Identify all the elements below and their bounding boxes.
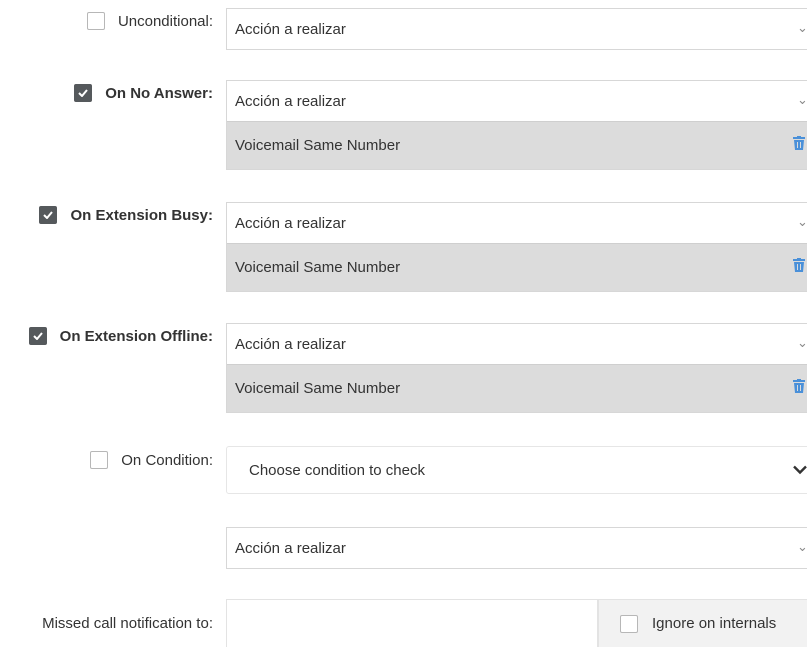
chevron-down-icon: ⌄ xyxy=(797,539,807,555)
chevron-down-icon: ⌄ xyxy=(797,20,807,36)
trash-icon[interactable] xyxy=(793,379,805,397)
chevron-down-icon: ⌄ xyxy=(797,214,807,230)
unconditional-label: Unconditional: xyxy=(117,12,213,30)
busy-label: On Extension Busy: xyxy=(70,206,213,224)
missed-call-label: Missed call notification to: xyxy=(42,614,213,632)
no-answer-action-box: Acción a realizar ⌄ Voicemail Same Numbe… xyxy=(226,80,807,170)
action-placeholder: Acción a realizar xyxy=(235,335,346,353)
condition-select-value: Choose condition to check xyxy=(249,461,425,479)
offline-action-select[interactable]: Acción a realizar ⌄ xyxy=(227,324,807,364)
busy-destination-item: Voicemail Same Number xyxy=(227,243,807,291)
no-answer-checkbox[interactable] xyxy=(74,84,93,102)
ignore-internals-label: Ignore on internals xyxy=(652,615,777,632)
condition-label-group: On Condition: xyxy=(90,449,213,471)
offline-destination-item: Voicemail Same Number xyxy=(227,364,807,412)
no-answer-label-group: On No Answer: xyxy=(74,82,213,104)
no-answer-action-select[interactable]: Acción a realizar ⌄ xyxy=(227,81,807,121)
offline-label: On Extension Offline: xyxy=(59,327,213,345)
action-placeholder: Acción a realizar xyxy=(235,214,346,232)
busy-action-box: Acción a realizar ⌄ Voicemail Same Numbe… xyxy=(226,202,807,292)
condition-action-box: Acción a realizar ⌄ xyxy=(226,527,807,569)
offline-action-box: Acción a realizar ⌄ Voicemail Same Numbe… xyxy=(226,323,807,413)
no-answer-destination-item: Voicemail Same Number xyxy=(227,121,807,169)
offline-label-group: On Extension Offline: xyxy=(28,325,213,347)
condition-checkbox[interactable] xyxy=(90,451,109,469)
unconditional-label-group: Unconditional: xyxy=(86,10,213,32)
action-placeholder: Acción a realizar xyxy=(235,92,346,110)
busy-checkbox[interactable] xyxy=(39,206,58,224)
destination-text: Voicemail Same Number xyxy=(235,259,401,276)
trash-icon[interactable] xyxy=(793,258,805,276)
condition-action-select[interactable]: Acción a realizar ⌄ xyxy=(227,528,807,568)
condition-label: On Condition: xyxy=(121,451,213,469)
ignore-internals-group[interactable]: Ignore on internals xyxy=(598,599,807,647)
action-placeholder: Acción a realizar xyxy=(235,539,346,557)
chevron-down-icon xyxy=(793,462,807,479)
trash-icon[interactable] xyxy=(793,136,805,154)
unconditional-action-select[interactable]: Acción a realizar ⌄ xyxy=(227,9,807,49)
no-answer-label: On No Answer: xyxy=(105,84,213,102)
action-placeholder: Acción a realizar xyxy=(235,20,346,38)
chevron-down-icon: ⌄ xyxy=(797,92,807,108)
unconditional-checkbox[interactable] xyxy=(86,12,105,30)
destination-text: Voicemail Same Number xyxy=(235,137,401,154)
destination-text: Voicemail Same Number xyxy=(235,380,401,397)
offline-checkbox[interactable] xyxy=(28,327,47,345)
condition-select[interactable]: Choose condition to check xyxy=(226,446,807,494)
checkmark-icon xyxy=(43,211,54,219)
busy-label-group: On Extension Busy: xyxy=(39,204,213,226)
ignore-internals-checkbox[interactable] xyxy=(620,614,638,633)
missed-call-notification-input[interactable] xyxy=(226,599,598,647)
unconditional-action-box: Acción a realizar ⌄ xyxy=(226,8,807,50)
busy-action-select[interactable]: Acción a realizar ⌄ xyxy=(227,203,807,243)
checkmark-icon xyxy=(78,89,88,97)
chevron-down-icon: ⌄ xyxy=(797,335,807,351)
checkmark-icon xyxy=(32,332,43,340)
